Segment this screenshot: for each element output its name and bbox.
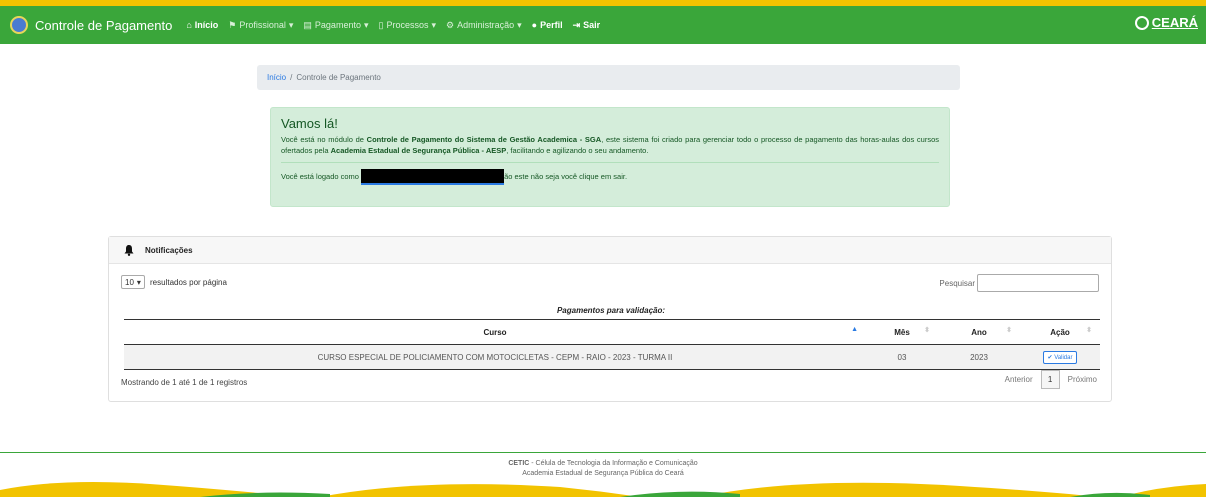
column-header-ano[interactable]: Ano ⬍ xyxy=(938,319,1020,345)
search-input[interactable] xyxy=(977,274,1099,292)
nav-item-label: Perfil xyxy=(540,20,563,30)
alert-text: Você está no módulo de xyxy=(281,135,367,144)
nav-item-profissional[interactable]: ⚑ Profissional ▾ xyxy=(228,20,293,31)
nav-item-inicio[interactable]: ⌂ Início xyxy=(186,20,218,30)
footer-divider xyxy=(0,452,1206,453)
sort-icon: ⬍ xyxy=(1006,327,1012,334)
sort-icon: ⬍ xyxy=(924,327,930,334)
table-info: Mostrando de 1 até 1 de 1 registros xyxy=(121,378,248,387)
caret-down-icon: ▾ xyxy=(431,19,437,30)
nav-item-label: Sair xyxy=(583,20,601,30)
nav-item-administracao[interactable]: ⚙ Administração ▾ xyxy=(446,20,522,31)
nav-item-processos[interactable]: ▯ Processos ▾ xyxy=(379,20,437,31)
validar-button[interactable]: ✔ Validar xyxy=(1042,350,1078,364)
nav-item-label: Processos xyxy=(386,20,429,30)
alert-login-info: Você está logado como ão este não seja v… xyxy=(281,169,939,185)
caret-down-icon: ▾ xyxy=(517,19,522,30)
alert-text-bold: Academia Estadual de Segurança Pública -… xyxy=(330,146,507,155)
document-icon: ▯ xyxy=(378,19,384,30)
search-label: Pesquisar xyxy=(939,278,975,288)
nav-item-pagamento[interactable]: ▤ Pagamento ▾ xyxy=(303,20,368,31)
pagination-page-1[interactable]: 1 xyxy=(1040,370,1060,389)
card-title: Notificações xyxy=(145,245,193,255)
user-icon: ● xyxy=(531,20,538,30)
welcome-alert: Vamos lá! Você está no módulo de Control… xyxy=(270,107,950,207)
home-icon: ⌂ xyxy=(186,20,192,30)
page-size-label: resultados por página xyxy=(150,277,227,287)
nav-item-perfil[interactable]: ● Perfil xyxy=(532,20,563,30)
brand-logo-icon[interactable] xyxy=(10,16,28,34)
table-caption: Pagamentos para validação: xyxy=(556,306,666,315)
search-control: Pesquisar xyxy=(939,274,1099,292)
seal-icon xyxy=(1134,15,1149,30)
money-icon: ▤ xyxy=(303,19,312,30)
sort-icon: ⬍ xyxy=(1086,327,1092,334)
nav-item-label: Administração xyxy=(457,20,515,30)
alert-title: Vamos lá! xyxy=(281,116,338,131)
column-label: Ação xyxy=(1050,327,1070,337)
breadcrumb-home-link[interactable]: Início xyxy=(267,73,286,82)
pagination-previous[interactable]: Anterior xyxy=(1005,375,1033,384)
breadcrumb-current: Controle de Pagamento xyxy=(296,73,381,82)
alert-description: Você está no módulo de Controle de Pagam… xyxy=(281,134,939,156)
column-header-mes[interactable]: Mês ⬍ xyxy=(866,319,938,345)
chevron-down-icon: ▾ xyxy=(136,277,141,287)
nav-item-label: Início xyxy=(194,20,219,30)
table-header-row: Curso ▲ Mês ⬍ Ano ⬍ Ação ⬍ xyxy=(124,319,1100,345)
alert-text: , facilitando e agilizando o seu andamen… xyxy=(506,146,649,155)
payments-table: Curso ▲ Mês ⬍ Ano ⬍ Ação ⬍ CURSO ESPECIAL DE… xyxy=(124,319,1100,370)
column-label: Ano xyxy=(971,327,987,337)
table-row: CURSO ESPECIAL DE POLICIAMENTO COM MOTOC… xyxy=(124,344,1100,370)
bell-icon xyxy=(124,245,134,256)
caret-down-icon: ▾ xyxy=(288,19,294,30)
footer-line-1: CETIC - Célula de Tecnologia da Informaç… xyxy=(0,459,1206,469)
pagination-next[interactable]: Próximo xyxy=(1068,375,1097,384)
nav-item-label: Profissional xyxy=(239,20,286,30)
page-size-select[interactable]: 10 ▾ xyxy=(121,275,145,289)
alert-text-bold: Controle de Pagamento do Sistema de Gest… xyxy=(366,135,602,144)
logo-text: CEARÁ xyxy=(1151,15,1198,30)
flag-icon: ⚑ xyxy=(228,19,237,30)
alert-text: Você está logado como xyxy=(281,171,359,181)
footer-waves-decoration xyxy=(0,482,1206,497)
caret-down-icon: ▾ xyxy=(363,19,369,30)
check-icon: ✔ xyxy=(1047,354,1053,361)
notifications-card: Notificações 10 ▾ resultados por página P… xyxy=(108,236,1112,402)
redacted-username xyxy=(361,169,505,185)
footer-org-name: - Célula de Tecnologia da Informação e C… xyxy=(529,460,698,467)
cell-mes: 03 xyxy=(866,344,938,370)
alert-divider xyxy=(281,162,939,163)
cell-ano: 2023 xyxy=(938,344,1020,370)
page-size-value: 10 xyxy=(125,277,134,287)
card-header: Notificações xyxy=(109,237,1111,264)
column-header-curso[interactable]: Curso ▲ xyxy=(124,319,866,345)
cell-curso: CURSO ESPECIAL DE POLICIAMENTO COM MOTOC… xyxy=(124,344,866,370)
top-navbar: Controle de Pagamento ⌂ Início ⚑ Profiss… xyxy=(0,6,1206,44)
ceara-logo[interactable]: CEARÁ xyxy=(1134,15,1198,30)
cell-acao: ✔ Validar xyxy=(1020,344,1100,370)
brand-title[interactable]: Controle de Pagamento xyxy=(35,18,172,33)
footer-org-abbr: CETIC xyxy=(508,460,530,467)
nav-item-label: Pagamento xyxy=(314,20,361,30)
cogs-icon: ⚙ xyxy=(446,19,455,30)
button-label: Validar xyxy=(1054,354,1073,361)
breadcrumb-separator: / xyxy=(290,73,293,82)
column-label: Curso xyxy=(483,327,507,337)
sign-out-icon: ⇥ xyxy=(572,19,581,30)
column-header-acao[interactable]: Ação ⬍ xyxy=(1020,319,1100,345)
pagination: Anterior 1 Próximo xyxy=(1005,370,1097,389)
breadcrumb: Início / Controle de Pagamento xyxy=(257,65,960,90)
alert-text: ão este não seja você clique em sair. xyxy=(504,171,628,181)
column-label: Mês xyxy=(894,327,910,337)
page-size-control: 10 ▾ resultados por página xyxy=(121,275,227,289)
nav-item-sair[interactable]: ⇥ Sair xyxy=(573,20,601,31)
sort-asc-icon: ▲ xyxy=(851,326,858,333)
